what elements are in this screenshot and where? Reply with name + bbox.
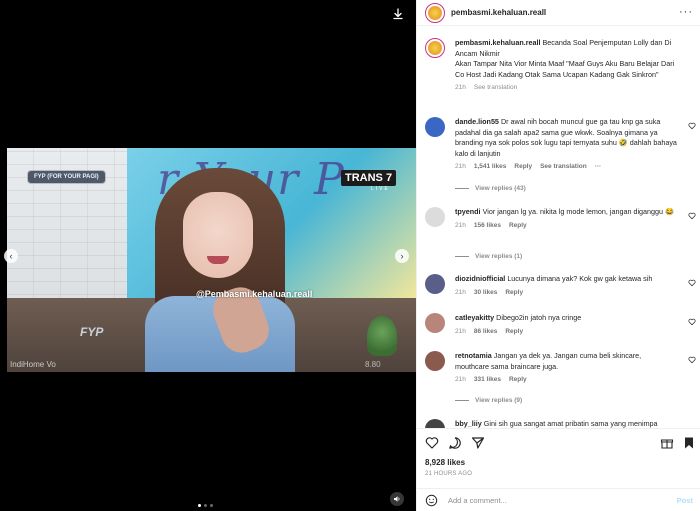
comment-time: 21h [455,221,466,229]
post-comment-button[interactable]: Post [677,496,693,505]
tv-channel-logo: TRANS 7 [341,170,397,186]
heart-icon[interactable] [688,279,696,287]
comment-likes[interactable]: 156 likes [474,221,501,232]
comment-composer: Post [417,488,700,511]
post-like-count[interactable]: 8,928 likes [425,458,465,467]
reply-button[interactable]: Reply [509,221,527,232]
carousel-dot [210,504,213,507]
comment-more-button[interactable]: ··· [595,162,602,173]
commenter-avatar[interactable] [425,207,445,227]
comment-username[interactable]: tpyendi [455,207,481,216]
reply-button[interactable]: Reply [509,375,527,386]
commenter-avatar[interactable] [425,351,445,371]
host-person [145,168,295,372]
comment-body: diozidniofficial Lucunya dimana yak? Kok… [455,274,677,298]
carousel-indicator [198,504,213,507]
previous-slide-button[interactable]: ‹ [4,249,18,263]
post-media: r Your P FYP (FOR YOUR PAGI) TRANS 7 LIV… [0,0,416,511]
comment-time: 21h [455,288,466,296]
fyp-overlay: FYP [80,325,104,339]
caption-body: pembasmi.kehaluan.reall Becanda Soal Pen… [455,38,677,94]
post-header: pembasmi.kehaluan.reall ··· [417,0,700,26]
volume-icon [394,496,400,502]
comment-username[interactable]: dande.lion55 [455,117,499,126]
comment-input[interactable] [448,493,668,508]
commenter-avatar[interactable] [425,117,445,137]
view-replies-label: View replies (43) [475,185,526,192]
smiley-icon[interactable] [425,494,438,507]
carousel-dot [198,504,201,507]
comment-text: Gini sih gua sangat amat pribatin sama y… [483,419,658,428]
comment-likes[interactable]: 331 likes [474,375,501,386]
caption-text-2: Akan Tampar Nita Vior Minta Maaf "Maaf G… [455,59,675,79]
view-replies-label: View replies (1) [475,253,523,260]
heart-icon[interactable] [688,212,696,220]
post-timestamp[interactable]: 21 HOURS AGO [425,471,472,477]
comment-icon[interactable] [448,436,462,450]
view-replies-button[interactable]: View replies (43) [455,185,526,192]
comment-text: Vior jangan lg ya. nikita lg mode lemon,… [482,207,674,216]
view-replies-button[interactable]: View replies (1) [455,253,522,260]
comment-likes[interactable]: 30 likes [474,288,498,299]
comment-username[interactable]: retnotamia [455,351,492,360]
author-username[interactable]: pembasmi.kehaluan.reall [451,8,546,17]
comment-likes[interactable]: 1,541 likes [474,162,507,173]
plant [367,316,397,356]
caption-username[interactable]: pembasmi.kehaluan.reall [455,38,541,47]
heart-icon[interactable] [688,318,696,326]
corner-right-text: 8.80 [365,360,381,369]
comment-text: Lucunya dimana yak? Kok gw gak ketawa si… [507,274,653,283]
heart-icon[interactable] [688,356,696,364]
see-translation-link[interactable]: See translation [540,162,587,173]
comment-body: retnotamia Jangan ya dek ya. Jangan cuma… [455,351,677,386]
view-replies-button[interactable]: View replies (9) [455,397,522,404]
comment-text: Dibego2in jatoh nya cringe [496,313,582,322]
bookmark-icon[interactable] [682,436,696,450]
fyp-badge: FYP (FOR YOUR PAGI) [27,170,106,184]
commenter-avatar[interactable] [425,313,445,333]
corner-left-text: IndiHome Vo [10,360,56,369]
comment-body: bby_liiy Gini sih gua sangat amat pribat… [455,419,677,428]
chevron-left-icon: ‹ [9,250,13,261]
comment-time: 21h [455,163,466,170]
heart-icon[interactable] [425,436,439,450]
comment-body: tpyendi Vior jangan lg ya. nikita lg mod… [455,207,677,231]
download-icon [392,7,403,19]
send-icon[interactable] [471,436,485,450]
more-options-icon[interactable]: ··· [679,7,693,18]
download-button[interactable] [389,5,406,22]
comment-body: dande.lion55 Dr awal nih bocah muncul gu… [455,117,677,173]
commenter-avatar[interactable] [425,274,445,294]
commenter-avatar[interactable] [425,419,445,428]
author-avatar[interactable] [425,2,445,23]
carousel-dot [204,504,207,507]
tv-live-label: LIVE [371,186,390,192]
see-translation-link[interactable]: See translation [474,83,517,94]
comments-list: pembasmi.kehaluan.reall Becanda Soal Pen… [417,26,700,428]
heart-icon[interactable] [688,122,696,130]
chevron-right-icon: › [400,250,404,261]
gift-icon[interactable] [660,436,674,450]
comment-username[interactable]: diozidniofficial [455,274,505,283]
mute-button[interactable] [390,492,404,506]
reply-button[interactable]: Reply [505,327,523,338]
view-replies-label: View replies (9) [475,397,523,404]
video-watermark: @Pembasmi.kehaluan.reall [196,289,313,299]
post-actions [417,428,700,455]
comment-body: catleyakitty Dibego2in jatoh nya cringe … [455,313,677,337]
comment-time: 21h [455,376,466,383]
comment-username[interactable]: bby_liiy [455,419,482,428]
caption-time: 21h [455,84,466,91]
comment-username[interactable]: catleyakitty [455,313,494,322]
reply-button[interactable]: Reply [505,288,523,299]
comment-likes[interactable]: 86 likes [474,327,498,338]
post-side-panel: pembasmi.kehaluan.reall ··· pembasmi.keh… [416,0,700,511]
next-slide-button[interactable]: › [395,249,409,263]
caption-avatar[interactable] [425,38,445,58]
reply-button[interactable]: Reply [514,162,532,173]
comment-time: 21h [455,327,466,335]
